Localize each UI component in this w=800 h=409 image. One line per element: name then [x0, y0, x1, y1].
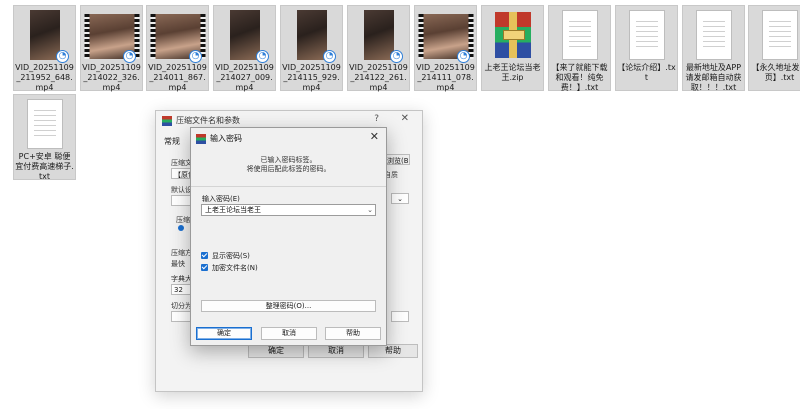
encrypt-names-checkbox[interactable]	[201, 264, 208, 271]
password-input[interactable]	[201, 204, 376, 216]
sync-status-icon: ◔	[457, 50, 470, 63]
method-value: 最快	[171, 260, 185, 268]
winrar-icon	[162, 116, 172, 126]
info-line-2: 将使用后配此标签的密码。	[246, 165, 331, 173]
file-name: VID_20251109_214022_326.mp4	[82, 63, 141, 92]
password-dialog: 输入密码 ✕ 已输入密码标签。 将使用后配此标签的密码。 输入密码(E) ⌄ 显…	[190, 127, 387, 346]
cancel-button[interactable]: 取消	[261, 327, 317, 340]
file-item[interactable]: ◔ VID_20251109_214111_078.mp4	[414, 5, 477, 92]
file-name: 【来了就能下载和观看！纯免费！】.txt	[551, 63, 608, 92]
video-thumbnail	[296, 10, 327, 60]
method-label: 压缩方	[171, 249, 192, 257]
sync-status-icon: ◔	[323, 50, 336, 63]
file-item[interactable]: ◔ VID_20251109_211952_648.mp4	[13, 5, 76, 92]
winrar-icon	[196, 134, 206, 144]
file-item[interactable]: PC+安卓 聪便宜付费高速梯子.txt	[13, 94, 76, 181]
show-password-checkbox[interactable]	[201, 252, 208, 259]
ok-button[interactable]: 确定	[248, 344, 304, 358]
file-item[interactable]: 最新地址及APP请发邮箱自动获取！！！.txt	[682, 5, 745, 92]
cancel-button[interactable]: 取消	[308, 344, 364, 358]
archive-icon	[494, 12, 531, 58]
video-thumbnail	[363, 10, 394, 60]
file-item[interactable]: ◔ VID_20251109_214122_261.mp4	[347, 5, 410, 92]
file-item[interactable]: 【来了就能下载和观看！纯免费！】.txt	[548, 5, 611, 92]
password-dialog-title: 输入密码	[210, 134, 242, 143]
video-thumbnail	[29, 10, 60, 60]
split-field[interactable]	[171, 311, 191, 322]
help-button[interactable]: 帮助	[368, 344, 418, 358]
sync-status-icon: ◔	[56, 50, 69, 63]
file-item[interactable]: 上老王论坛当老王.zip	[481, 5, 544, 91]
manage-passwords-button[interactable]: 整理密码(O)...	[201, 300, 376, 312]
file-name: 上老王论坛当老王.zip	[484, 63, 541, 82]
archive-name-label: 压缩文	[171, 159, 192, 167]
help-icon[interactable]: ?	[374, 114, 379, 124]
close-icon[interactable]: ✕	[401, 113, 409, 124]
file-item[interactable]: 【永久地址发布页】.txt	[748, 5, 800, 91]
profile-dropdown[interactable]: ⌄	[391, 193, 409, 204]
dictionary-field[interactable]: 32	[171, 284, 191, 295]
split-label: 切分为	[171, 302, 192, 310]
file-name: 【永久地址发布页】.txt	[751, 63, 800, 82]
file-name: PC+安卓 聪便宜付费高速梯子.txt	[15, 152, 74, 181]
close-icon[interactable]: ✕	[370, 130, 379, 143]
browse-button[interactable]: 浏览(B)...	[384, 154, 410, 165]
file-name: VID_20251109_214111_078.mp4	[416, 63, 475, 92]
archive-dialog-title: 压缩文件名和参数	[176, 116, 240, 125]
sync-status-icon: ◔	[390, 50, 403, 63]
tab-general[interactable]: 常规	[164, 136, 180, 147]
profile-select[interactable]	[171, 195, 191, 206]
text-file-icon	[695, 10, 732, 60]
sync-status-icon: ◔	[189, 50, 202, 63]
file-name: VID_20251109_211952_648.mp4	[15, 63, 74, 92]
chevron-down-icon[interactable]: ⌄	[367, 204, 373, 216]
show-password-label: 显示密码(S)	[212, 252, 250, 260]
sync-status-icon: ◔	[123, 50, 136, 63]
file-name: VID_20251109_214122_261.mp4	[349, 63, 408, 92]
video-thumbnail	[229, 10, 260, 60]
file-name: 最新地址及APP请发邮箱自动获取！！！.txt	[685, 63, 742, 92]
encrypt-names-label: 加密文件名(N)	[212, 264, 258, 272]
split-unit[interactable]	[391, 311, 409, 322]
file-name: VID_20251109_214115_929.mp4	[282, 63, 341, 92]
file-name: 【论坛介绍】.txt	[617, 63, 676, 82]
file-item[interactable]: 【论坛介绍】.txt	[615, 5, 678, 91]
sync-status-icon: ◔	[256, 50, 269, 63]
text-file-icon	[26, 99, 63, 149]
file-item[interactable]: ◔ VID_20251109_214011_867.mp4	[146, 5, 209, 92]
file-name: VID_20251109_214011_867.mp4	[148, 63, 207, 92]
text-file-icon	[628, 10, 665, 60]
text-file-icon	[561, 10, 598, 60]
help-button[interactable]: 帮助	[325, 327, 381, 340]
password-label: 输入密码(E)	[202, 195, 240, 203]
file-item[interactable]: ◔ VID_20251109_214022_326.mp4	[80, 5, 143, 92]
file-name: VID_20251109_214027_009.mp4	[215, 63, 274, 92]
divider	[191, 186, 386, 187]
format-radio[interactable]	[178, 225, 184, 231]
file-item[interactable]: ◔ VID_20251109_214115_929.mp4	[280, 5, 343, 92]
ok-button[interactable]: 确定	[196, 327, 252, 340]
file-item[interactable]: ◔ VID_20251109_214027_009.mp4	[213, 5, 276, 92]
text-file-icon	[761, 10, 798, 60]
